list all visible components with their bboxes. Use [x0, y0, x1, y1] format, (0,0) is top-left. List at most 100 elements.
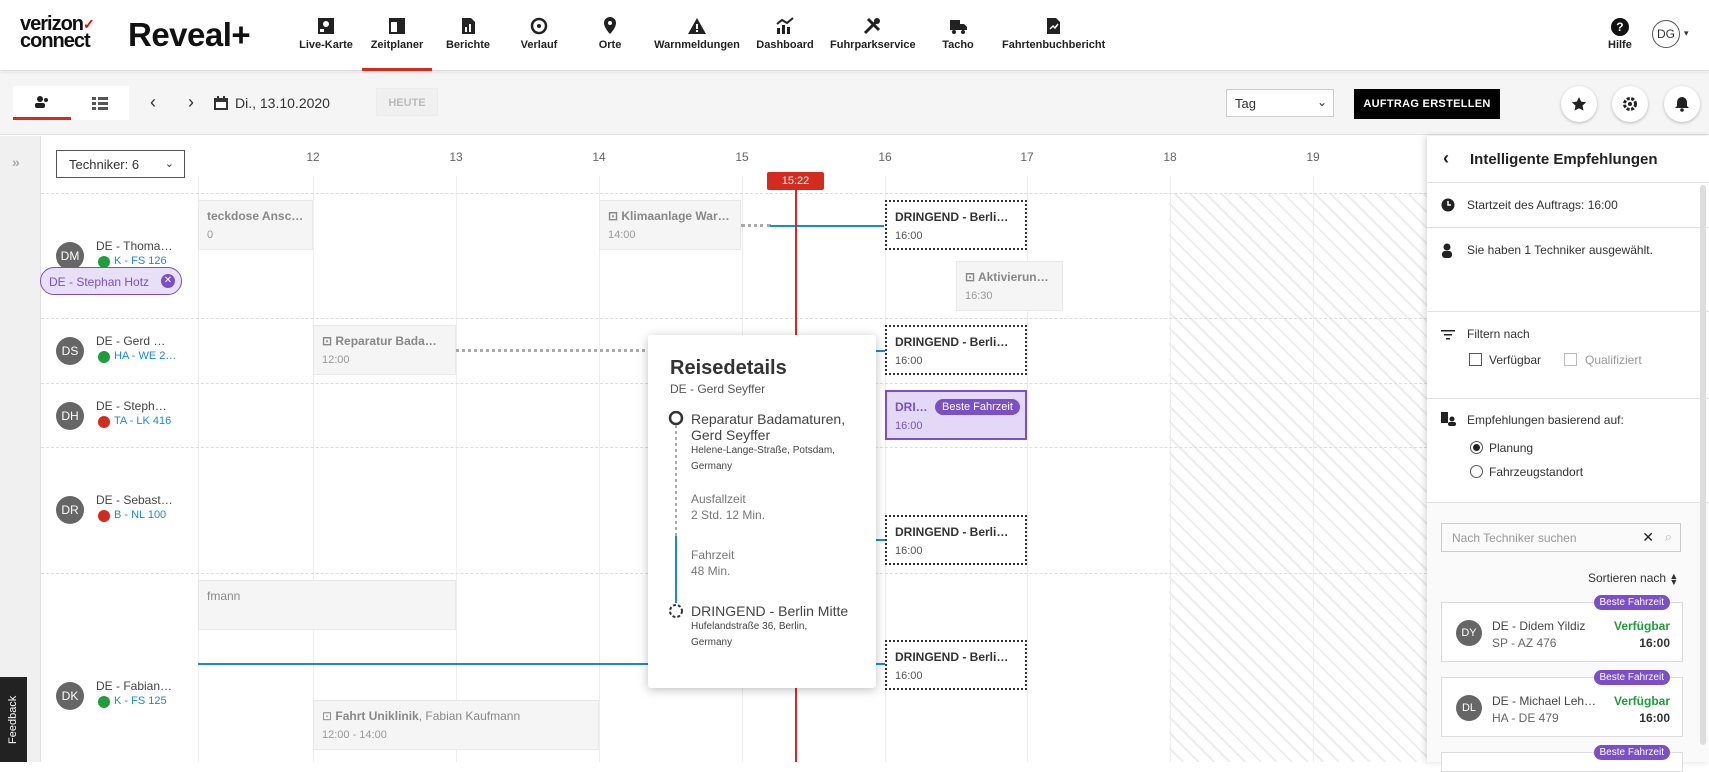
sort-label: Sortieren nach: [1588, 571, 1667, 585]
job-card[interactable]: ⊡ Fahrt Uniklinik, Fabian Kaufmann 12:00…: [313, 700, 599, 750]
vehicle-location-radio[interactable]: [1470, 465, 1483, 478]
current-date[interactable]: Di., 13.10.2020: [235, 95, 330, 111]
filter-section: Filtern nach Verfügbar Qualifiziert: [1427, 312, 1709, 399]
calendar-icon[interactable]: [214, 96, 228, 110]
chevron-down-icon: ⌄: [164, 158, 174, 170]
technician-name: DE - Michael Leh…: [1492, 694, 1597, 708]
urgent-job-card[interactable]: DRINGEND - Berli… 16:00: [885, 325, 1027, 375]
view-select[interactable]: Tag ⌄: [1226, 89, 1334, 117]
selected-technician-chip[interactable]: DE - Stephan Hotz ✕: [40, 267, 182, 295]
job-time: 16:00: [895, 670, 923, 682]
technician-name: DE - Steph…: [96, 399, 167, 413]
job-title: teckdose Ansc…: [207, 209, 304, 223]
urgent-job-card[interactable]: DRINGEND - Berli… 16:00: [885, 200, 1027, 250]
panel-title: Intelligente Empfehlungen: [1470, 151, 1658, 168]
technician-filter-value: Techniker: 6: [69, 157, 140, 172]
report-icon: [462, 18, 475, 34]
status-moving-icon: [98, 696, 110, 708]
vehicle-label[interactable]: HA - WE 2…: [114, 350, 176, 362]
technician-filter-select[interactable]: Techniker: 6 ⌄: [56, 150, 185, 178]
start-time-text: Startzeit des Auftrags: 16:00: [1467, 198, 1618, 212]
hour-label: 19: [1306, 150, 1320, 164]
status-stopped-icon: [98, 510, 110, 522]
today-button[interactable]: HEUTE: [376, 88, 438, 116]
vehicle-label[interactable]: B - NL 100: [114, 509, 166, 521]
availability-status: Verfügbar: [1613, 694, 1670, 708]
job-card[interactable]: ⊡ Aktivierun… 16:30: [956, 261, 1063, 311]
current-time-marker: 15:22: [767, 172, 824, 190]
grid-view-toggle[interactable]: [71, 86, 129, 120]
best-travel-badge: Beste Fahrzeit: [935, 399, 1020, 415]
next-day-button[interactable]: ›: [188, 92, 194, 113]
notifications-button[interactable]: [1664, 86, 1700, 122]
idle-route-line: [456, 349, 651, 352]
job-title: DRINGEND - Berli…: [895, 650, 1009, 664]
tools-icon: [863, 17, 881, 35]
previous-day-button[interactable]: ‹: [150, 92, 156, 113]
urgent-job-card[interactable]: DRINGEND - Berli… 16:00: [885, 640, 1027, 690]
planning-radio[interactable]: [1470, 441, 1483, 454]
avatar: DH: [56, 402, 84, 430]
vehicle-label[interactable]: K - FS 126: [114, 255, 167, 267]
back-arrow-icon[interactable]: ‹: [1443, 148, 1449, 169]
remove-chip-icon[interactable]: ✕: [161, 274, 175, 288]
favorites-button[interactable]: [1561, 86, 1597, 122]
job-title: ⊡ Aktivierun…: [965, 270, 1049, 284]
technician-view-toggle[interactable]: [13, 86, 71, 120]
nav-zeitplaner[interactable]: Zeitplaner: [362, 16, 432, 71]
panel-scrollbar[interactable]: [1700, 185, 1706, 745]
popup-title: Reisedetails: [670, 357, 787, 379]
job-time: 16:00: [895, 545, 923, 557]
job-card[interactable]: teckdose Ansc… 0: [198, 200, 313, 250]
search-placeholder: Nach Techniker suchen: [1452, 531, 1577, 545]
nav-dashboard[interactable]: Dashboard: [755, 16, 815, 71]
reveal-plus-logo: Reveal+: [128, 16, 251, 53]
job-time: 16:30: [965, 290, 993, 302]
nav-warnmeldungen[interactable]: Warnmeldungen: [652, 16, 742, 71]
recommendation-card[interactable]: Beste Fahrzeit DY DE - Didem Yildiz SP -…: [1441, 595, 1683, 662]
technician-search-input[interactable]: Nach Techniker suchen ✕ ⌕: [1441, 523, 1681, 552]
urgent-job-card[interactable]: DRINGEND - Berli… 16:00: [885, 515, 1027, 565]
job-card[interactable]: fmann: [198, 580, 456, 630]
qualified-checkbox[interactable]: [1564, 353, 1577, 366]
nav-fahrtenbuchbericht[interactable]: Fahrtenbuchbericht: [1002, 16, 1105, 71]
settings-button[interactable]: [1612, 86, 1648, 122]
technician-name: DE - Thoma…: [96, 239, 173, 253]
nav-fuhrparkservice[interactable]: Fuhrparkservice: [830, 16, 916, 71]
downtime-label: Ausfallzeit: [691, 492, 746, 506]
job-type-icon: ⊡: [322, 709, 336, 723]
job-type-icon: ⊡: [322, 334, 336, 348]
avatar: DM: [56, 242, 84, 270]
recommendation-card[interactable]: Beste Fahrzeit DL DE - Michael Leh… HA -…: [1441, 670, 1683, 737]
technician-name: DE - Sebast…: [96, 493, 173, 507]
vehicle-label[interactable]: K - FS 125: [114, 695, 167, 707]
job-time: 12:00: [322, 354, 350, 366]
job-card[interactable]: ⊡ Reparatur Bada… 12:00: [313, 325, 456, 375]
user-avatar[interactable]: DG: [1652, 20, 1680, 48]
downtime-value: 2 Std. 12 Min.: [691, 508, 766, 522]
available-checkbox[interactable]: [1469, 353, 1482, 366]
bell-icon: [1675, 97, 1689, 112]
job-card[interactable]: ⊡ Klimaanlage War… 14:00: [599, 200, 741, 250]
sort-by-control[interactable]: Sortieren nach ▲ ▼: [1588, 571, 1678, 586]
expand-sidebar-icon[interactable]: »: [12, 154, 20, 170]
availability-status: Verfügbar: [1613, 619, 1670, 633]
recommendation-card[interactable]: Beste Fahrzeit: [1441, 745, 1683, 772]
feedback-tab[interactable]: Feedback: [0, 677, 27, 762]
nav-live-karte[interactable]: Live-Karte: [296, 16, 356, 71]
nav-verlauf[interactable]: Verlauf: [518, 16, 560, 71]
help-button[interactable]: ? Hilfe: [1608, 18, 1632, 51]
nav-tacho[interactable]: Tacho: [940, 16, 976, 71]
top-navigation-bar: verizon✓ connect Reveal+ Live-Karte Zeit…: [0, 0, 1709, 71]
best-travel-badge: Beste Fahrzeit: [1593, 745, 1670, 760]
user-menu-caret-icon[interactable]: ▾: [1684, 28, 1689, 39]
nav-orte[interactable]: Orte: [595, 16, 625, 71]
urgent-job-card-selected[interactable]: DRI… 16:00 Beste Fahrzeit: [885, 390, 1027, 440]
clear-search-icon[interactable]: ✕: [1642, 529, 1654, 546]
create-order-button[interactable]: AUFTRAG ERSTELLEN: [1354, 89, 1500, 119]
status-stopped-icon: [98, 416, 110, 428]
avatar: DL: [1456, 695, 1482, 721]
job-time: 12:00 - 14:00: [322, 729, 387, 741]
vehicle-label[interactable]: TA - LK 416: [114, 415, 171, 427]
nav-berichte[interactable]: Berichte: [444, 16, 492, 71]
